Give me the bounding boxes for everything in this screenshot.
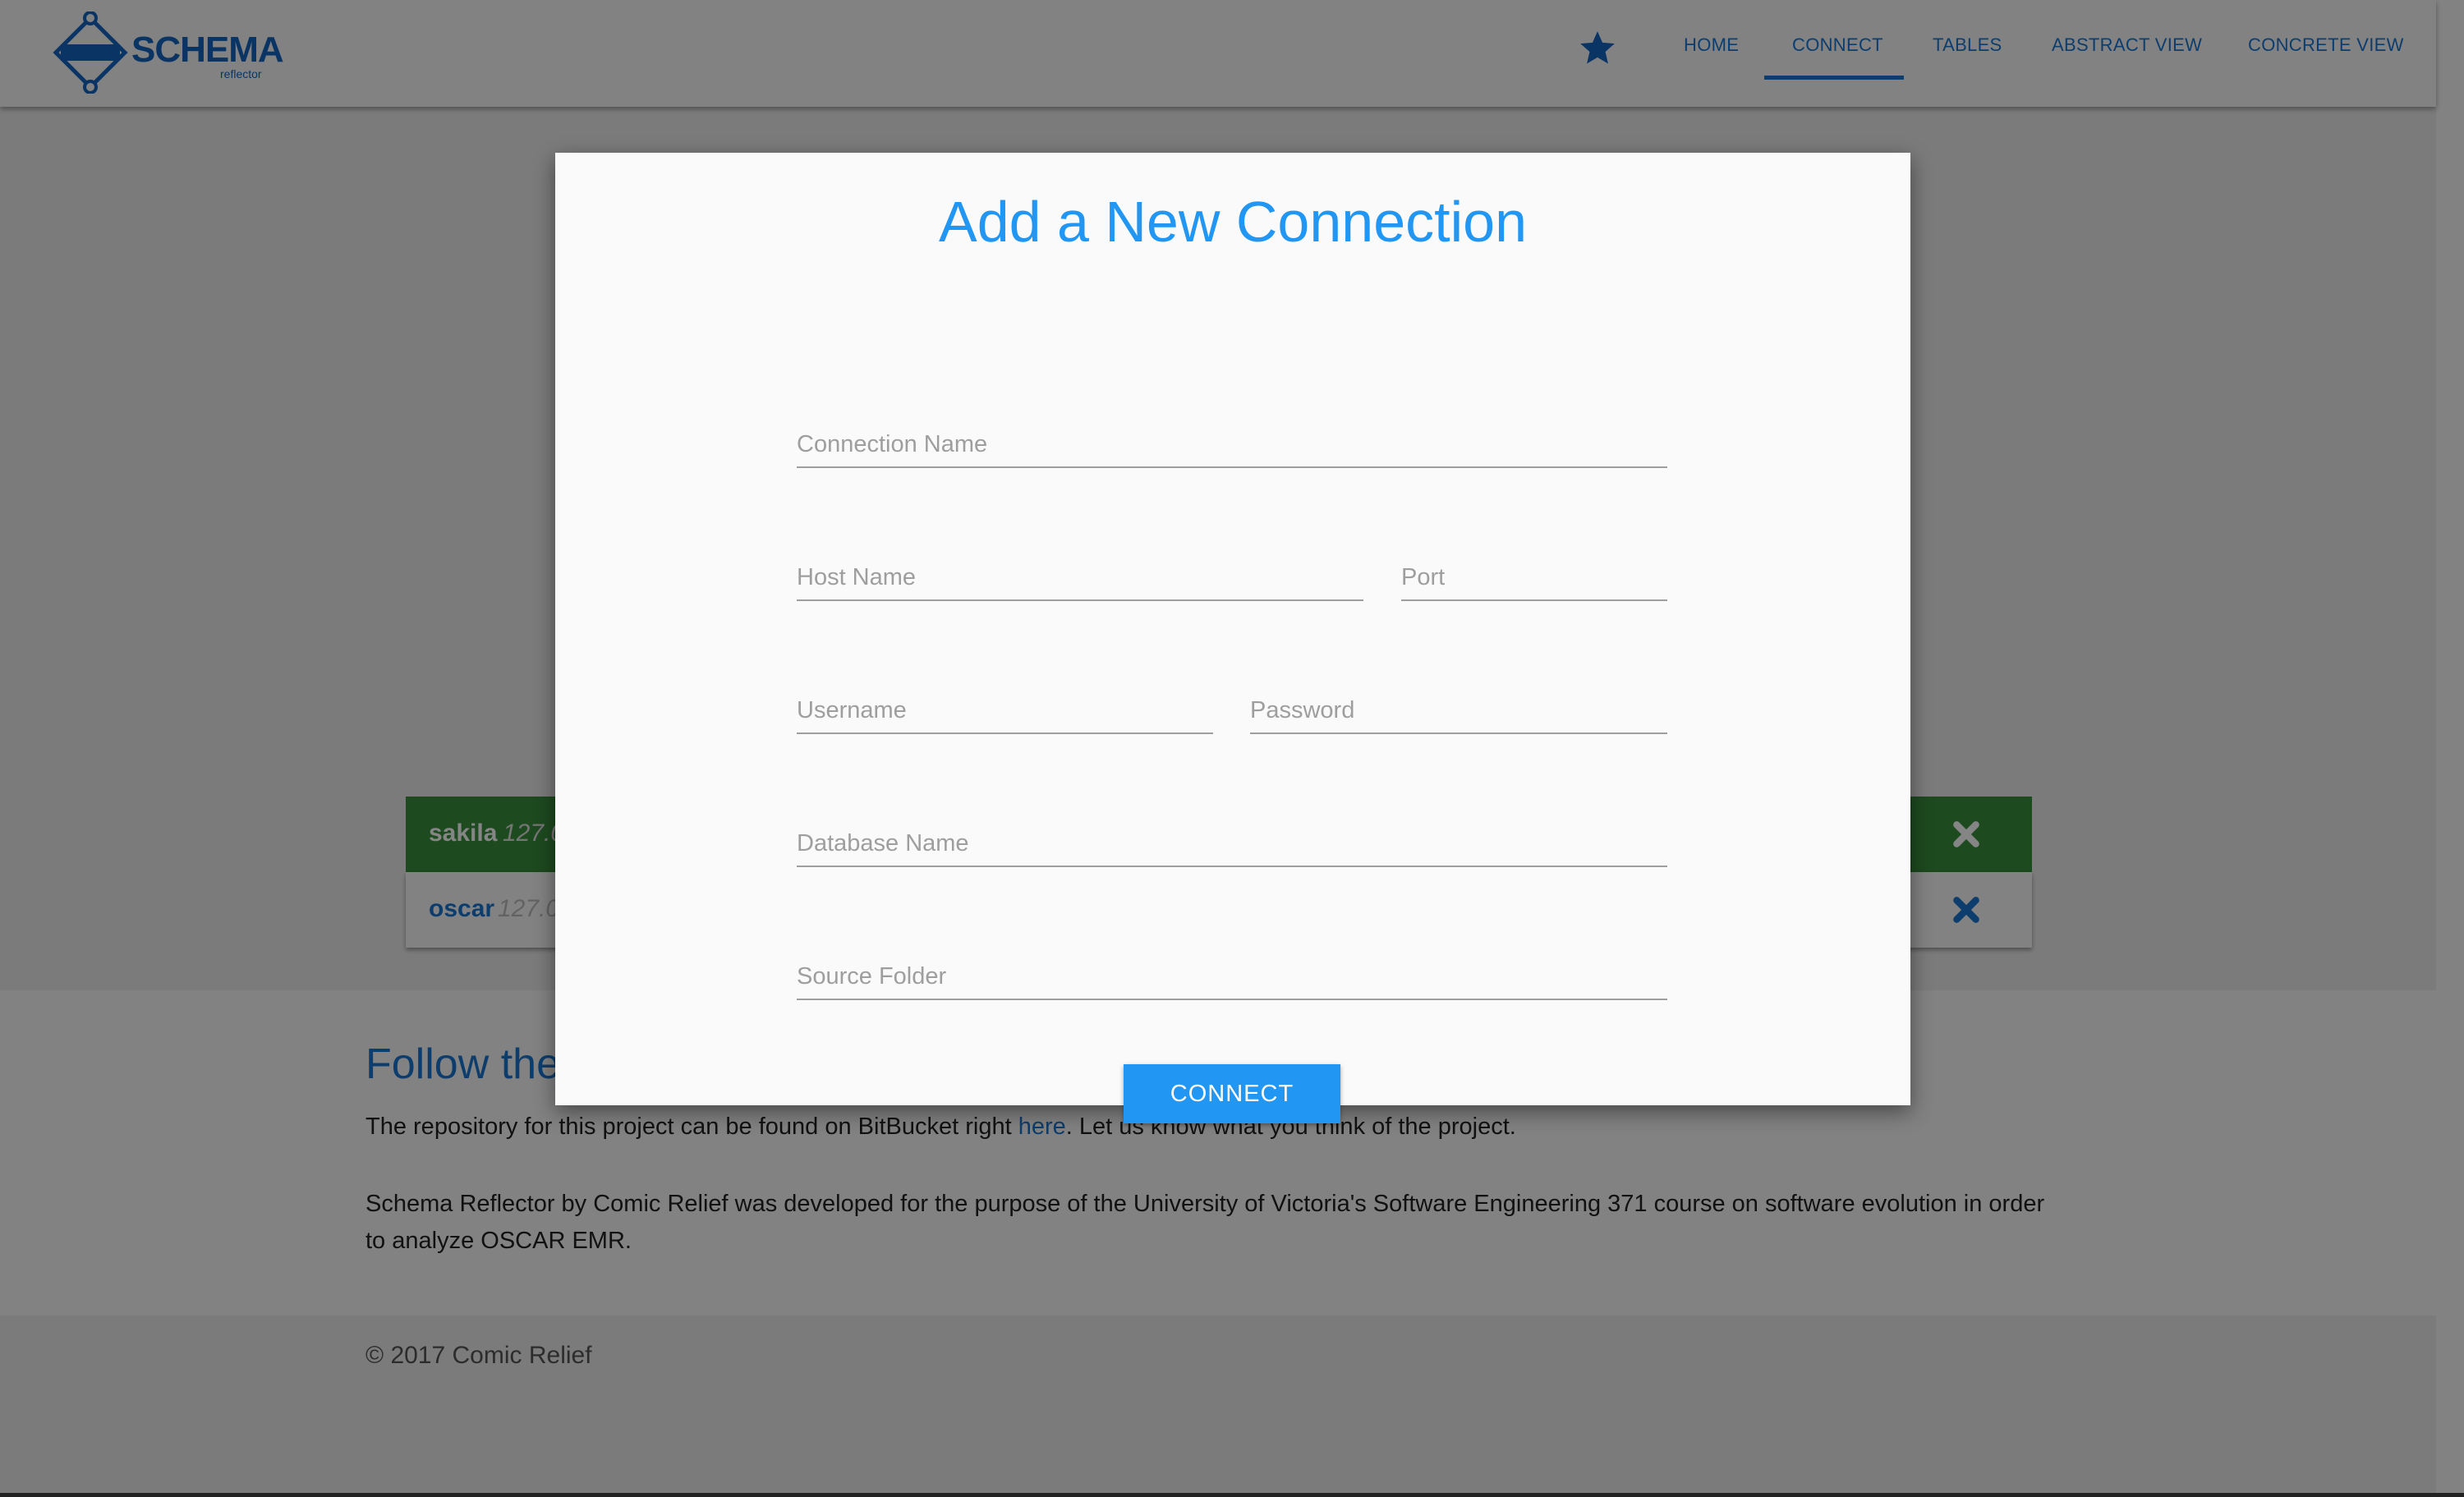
source-folder-field[interactable] — [797, 933, 1667, 1000]
host-name-field[interactable] — [797, 534, 1363, 601]
port-field[interactable] — [1401, 534, 1667, 601]
database-name-field[interactable] — [797, 800, 1667, 867]
port-input[interactable] — [1401, 564, 1667, 591]
modal-title: Add a New Connection — [939, 190, 1527, 254]
connect-button[interactable]: CONNECT — [1124, 1064, 1340, 1123]
username-field[interactable] — [797, 667, 1213, 734]
source-folder-input[interactable] — [797, 963, 1667, 990]
connection-name-input[interactable] — [797, 431, 1667, 458]
add-connection-modal: Add a New Connection CONNECT — [555, 153, 1910, 1123]
password-input[interactable] — [1250, 697, 1667, 724]
database-name-input[interactable] — [797, 830, 1667, 857]
host-name-input[interactable] — [797, 564, 1363, 591]
username-input[interactable] — [797, 697, 1213, 724]
password-field[interactable] — [1250, 667, 1667, 734]
window-bottom-edge — [0, 1493, 2464, 1497]
connection-name-field[interactable] — [797, 401, 1667, 468]
